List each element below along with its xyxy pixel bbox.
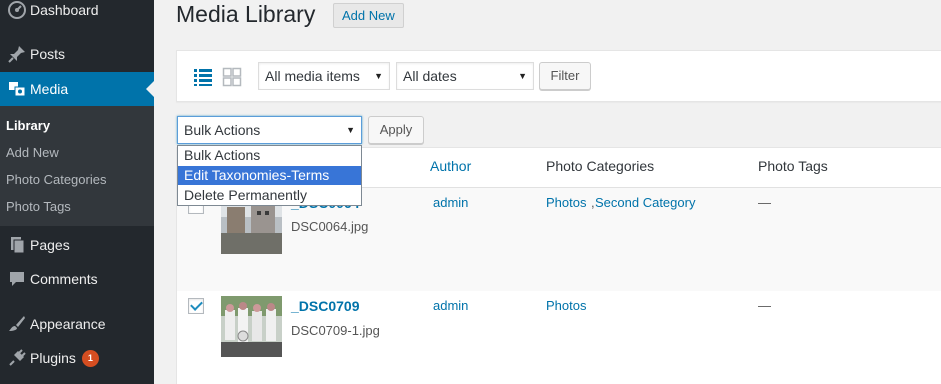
column-header-photo-categories: Photo Categories [546, 158, 655, 174]
submenu-library[interactable]: Library [6, 118, 50, 133]
bulk-actions-dropdown: Bulk Actions Edit Taxonomies-Terms Delet… [177, 145, 362, 206]
update-count-badge: 1 [81, 349, 99, 367]
sidebar-item-label: Appearance [30, 316, 106, 332]
media-title-link[interactable]: _DSC0709 [291, 298, 360, 314]
submenu-add-new[interactable]: Add New [6, 145, 59, 160]
chevron-down-icon: ▼ [518, 71, 527, 81]
apply-button[interactable]: Apply [368, 116, 424, 144]
submenu-photo-tags[interactable]: Photo Tags [6, 199, 71, 214]
photo-tags-value: — [758, 298, 771, 313]
chevron-down-icon: ▼ [346, 125, 355, 135]
date-filter-select[interactable]: All dates ▼ [396, 62, 534, 90]
author-link[interactable]: admin [433, 195, 468, 210]
add-new-button[interactable]: Add New [333, 3, 404, 28]
submenu-photo-categories[interactable]: Photo Categories [6, 172, 106, 187]
sidebar-item-label: Media [30, 81, 69, 97]
column-header-photo-tags: Photo Tags [758, 158, 828, 174]
category-link-photos[interactable]: Photos [546, 298, 586, 313]
media-toolbar: All media items ▼ All dates ▼ Filter [176, 50, 941, 102]
sidebar-item-pages[interactable]: Pages [0, 228, 154, 262]
sidebar-item-dashboard[interactable]: Dashboard [0, 0, 154, 27]
media-icon [0, 72, 30, 106]
sidebar-item-label: Posts [30, 46, 66, 62]
dashboard-icon [0, 0, 30, 27]
sidebar-item-label: Pages [30, 237, 70, 253]
page-title: Media Library [176, 1, 316, 27]
sidebar-item-plugins[interactable]: Plugins 1 [0, 341, 154, 375]
sidebar-item-label: Plugins [30, 350, 76, 366]
sidebar-item-comments[interactable]: Comments [0, 262, 154, 296]
grid-view-icon[interactable] [222, 67, 242, 87]
table-row: _DSC0709 DSC0709-1.jpg admin Photos — [177, 288, 941, 384]
bulk-actions-select[interactable]: Bulk Actions ▼ [177, 116, 362, 144]
brush-icon [0, 307, 30, 341]
category-link-second[interactable]: Second Category [595, 195, 695, 210]
media-thumbnail[interactable] [221, 296, 282, 357]
media-type-value: All media items [265, 68, 360, 84]
sidebar-item-label: Dashboard [30, 2, 99, 18]
pages-icon [0, 228, 30, 262]
category-link-photos[interactable]: Photos [546, 195, 586, 210]
sidebar-item-posts[interactable]: Posts [0, 37, 154, 71]
media-type-select[interactable]: All media items ▼ [258, 62, 390, 90]
plugin-icon [0, 341, 30, 375]
photo-tags-value: — [758, 195, 771, 210]
bulk-actions-value: Bulk Actions [184, 122, 261, 138]
date-filter-value: All dates [403, 68, 457, 84]
list-view-icon[interactable] [193, 67, 213, 87]
admin-sidebar: Dashboard Posts Media Library Add New Ph… [0, 0, 154, 384]
option-edit-taxonomies-terms[interactable]: Edit Taxonomies-Terms [178, 166, 361, 185]
option-bulk-actions[interactable]: Bulk Actions [178, 146, 361, 165]
author-link[interactable]: admin [433, 298, 468, 313]
media-submenu: Library Add New Photo Categories Photo T… [0, 106, 154, 226]
option-delete-permanently[interactable]: Delete Permanently [178, 186, 361, 205]
media-filename: DSC0064.jpg [291, 219, 369, 234]
row-checkbox[interactable] [188, 298, 204, 314]
media-filename: DSC0709-1.jpg [291, 323, 380, 338]
filter-button[interactable]: Filter [539, 62, 591, 90]
sidebar-item-appearance[interactable]: Appearance [0, 307, 154, 341]
chevron-down-icon: ▼ [374, 71, 383, 81]
column-header-author[interactable]: Author [430, 158, 471, 174]
pin-icon [0, 37, 30, 71]
sidebar-item-label: Comments [30, 271, 98, 287]
sidebar-item-media[interactable]: Media [0, 72, 154, 106]
comment-icon [0, 262, 30, 296]
